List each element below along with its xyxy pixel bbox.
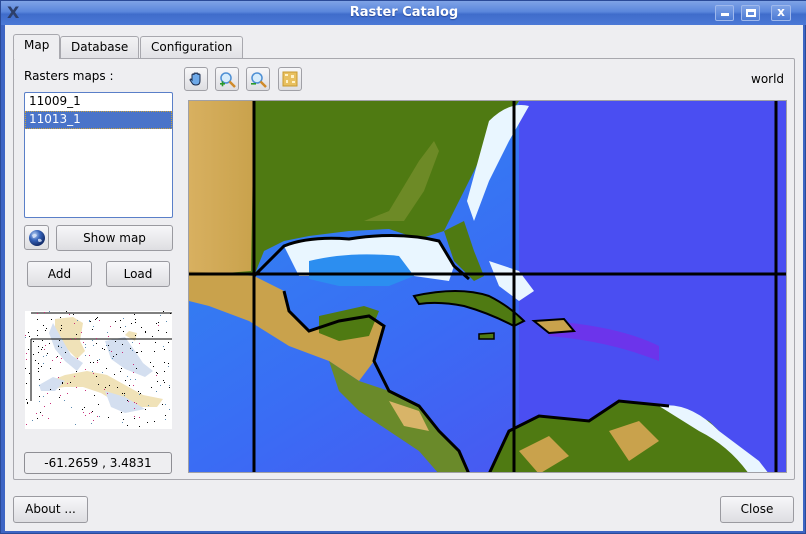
hand-icon bbox=[189, 72, 201, 86]
pan-tool-button[interactable] bbox=[184, 67, 208, 91]
minimize-button[interactable] bbox=[715, 5, 734, 21]
maximize-button[interactable] bbox=[741, 5, 760, 21]
load-button[interactable]: Load bbox=[106, 261, 170, 287]
cursor-coordinates: -61.2659 , 3.4831 bbox=[24, 452, 172, 474]
minimize-icon bbox=[721, 13, 729, 16]
globe-icon bbox=[29, 230, 45, 246]
overview-map bbox=[25, 311, 172, 429]
title-bar[interactable]: X Raster Catalog x bbox=[1, 1, 806, 25]
rasters-list[interactable]: 11009_1 11013_1 bbox=[24, 92, 173, 218]
tab-configuration[interactable]: Configuration bbox=[140, 36, 244, 58]
maximize-icon bbox=[746, 9, 756, 17]
close-button[interactable]: Close bbox=[720, 496, 794, 523]
zoom-in-icon bbox=[220, 72, 236, 88]
zoom-in-button[interactable] bbox=[215, 67, 239, 91]
about-button[interactable]: About ... bbox=[13, 496, 88, 523]
dialog-body: Map Database Configuration Rasters maps … bbox=[5, 25, 803, 531]
list-item[interactable]: 11009_1 bbox=[25, 93, 172, 111]
layer-name-label: world bbox=[751, 72, 785, 86]
list-item[interactable]: 11013_1 bbox=[25, 111, 172, 129]
overview-thumbnail[interactable] bbox=[25, 311, 172, 429]
tab-database[interactable]: Database bbox=[60, 36, 140, 58]
globe-button[interactable] bbox=[24, 225, 49, 250]
show-map-button[interactable]: Show map bbox=[56, 225, 173, 251]
add-button[interactable]: Add bbox=[27, 261, 92, 287]
zoom-out-button[interactable] bbox=[246, 67, 270, 91]
zoom-out-icon bbox=[251, 72, 267, 88]
full-extent-button[interactable] bbox=[278, 67, 302, 91]
window-title: Raster Catalog bbox=[349, 5, 459, 20]
close-icon: x bbox=[777, 5, 785, 19]
close-window-button[interactable]: x bbox=[771, 5, 791, 21]
tab-map[interactable]: Map bbox=[13, 34, 61, 59]
rasters-maps-label: Rasters maps : bbox=[24, 69, 114, 83]
raster-map bbox=[189, 101, 786, 472]
raster-extent-icon bbox=[282, 71, 298, 87]
raster-catalog-window: X Raster Catalog x Map Database Configur… bbox=[0, 0, 806, 534]
map-canvas[interactable] bbox=[188, 100, 787, 473]
